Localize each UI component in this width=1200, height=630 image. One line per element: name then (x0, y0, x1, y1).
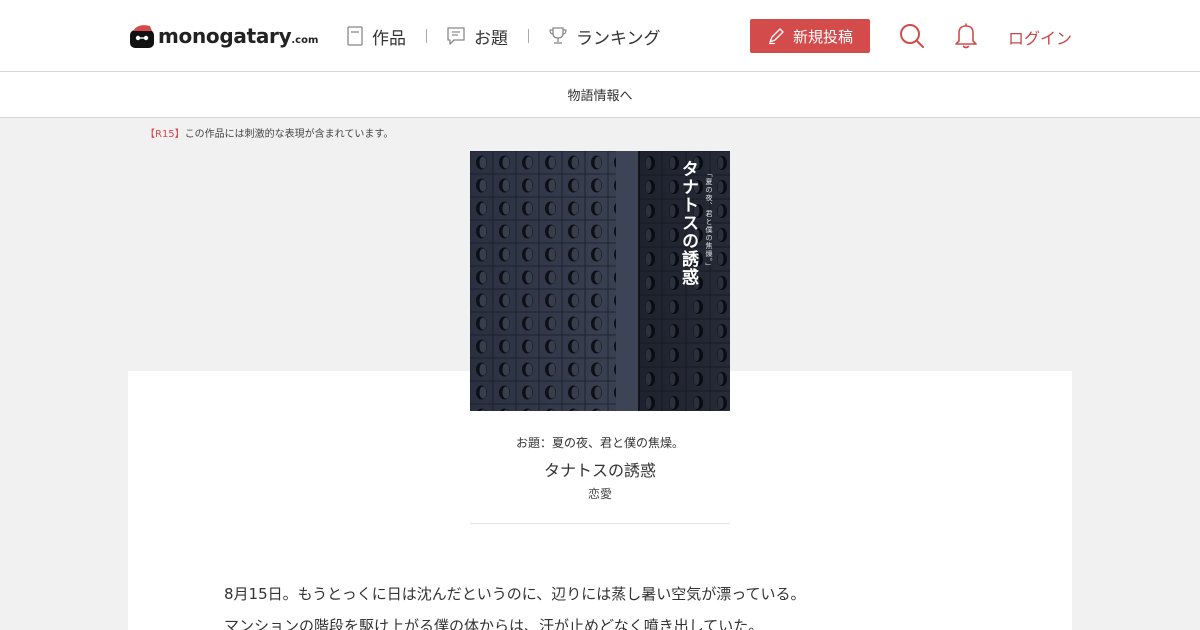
trophy-icon (549, 27, 567, 44)
story-body: 8月15日。もうとっくに日は沈んだというのに、辺りには蒸し暑い空気が漂っている。… (224, 578, 806, 630)
book-icon (347, 26, 363, 46)
rating-tag: 【R15】 (145, 129, 185, 140)
nav-item-works[interactable]: 作品 (346, 24, 406, 49)
cover-title: タナトスの誘惑 (678, 160, 698, 286)
nav-divider (426, 29, 427, 43)
content-warning: 【R15】この作品には刺激的な表現が含まれています。 (145, 125, 393, 140)
main-nav: 作品 お題 ランキング (346, 22, 661, 50)
cover-subtitle: 「夏の夜、君と僕の焦燥。」 (705, 170, 713, 271)
site-logo[interactable]: monogatary .com (128, 21, 318, 51)
pen-icon (768, 28, 784, 45)
story-line: マンションの階段を駆け上がる僕の体からは、汗が止めどなく噴き出していた。 (224, 617, 764, 630)
story-info-bar: 物語情報へ (0, 72, 1200, 118)
work-title: タナトスの誘惑 (543, 461, 656, 480)
genre-label[interactable]: 恋愛 (0, 485, 1200, 502)
theme-line[interactable]: お題：夏の夜、君と僕の焦燥。 (0, 434, 1200, 451)
nav-item-themes[interactable]: お題 (446, 24, 508, 49)
search-icon[interactable] (898, 22, 926, 50)
story-info-link[interactable]: 物語情報へ (567, 85, 632, 104)
nav-divider (528, 29, 529, 43)
site-header: monogatary .com 作品 お題 ランキング 新規投稿 ログイン (0, 0, 1200, 72)
bell-icon[interactable] (953, 22, 979, 50)
logo-mark-icon (130, 25, 154, 48)
warning-text: この作品には刺激的な表現が含まれています。 (184, 129, 394, 140)
login-link[interactable]: ログイン (1008, 25, 1072, 49)
new-post-label: 新規投稿 (792, 27, 853, 46)
nav-item-label: 作品 (372, 28, 406, 49)
new-post-button[interactable]: 新規投稿 (750, 19, 870, 53)
nav-item-label: ランキング (576, 28, 661, 49)
story-line: 8月15日。もうとっくに日は沈んだというのに、辺りには蒸し暑い空気が漂っている。 (224, 585, 806, 603)
nav-item-ranking[interactable]: ランキング (548, 24, 661, 49)
message-icon (447, 27, 465, 45)
nav-item-label: お題 (474, 28, 508, 49)
logo-suffix: .com (291, 34, 319, 46)
logo-text: monogatary (158, 24, 292, 48)
divider (470, 523, 730, 524)
